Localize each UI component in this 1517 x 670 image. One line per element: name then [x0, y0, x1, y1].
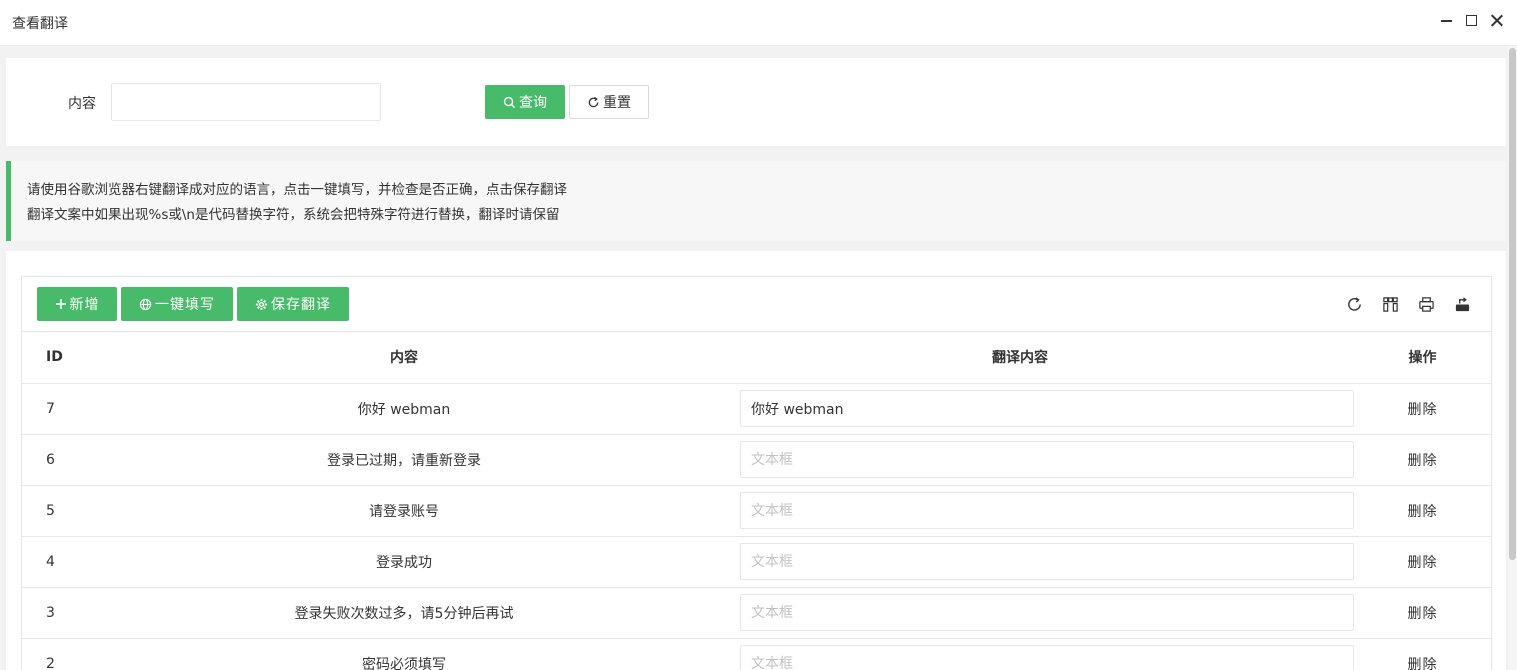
table-toolbar: 新增 一键填写 保存翻译 [22, 277, 1491, 332]
reset-button-label: 重置 [603, 95, 631, 111]
window-title: 查看翻译 [12, 16, 68, 32]
row-content: 请登录账号 [122, 485, 686, 537]
search-label: 内容 [68, 96, 96, 112]
search-input[interactable] [111, 83, 381, 121]
translation-input[interactable] [740, 492, 1354, 529]
header-action: 操作 [1354, 332, 1491, 384]
autofill-button-label: 一键填写 [155, 297, 215, 313]
main-panel: 新增 一键填写 保存翻译 ID 内容 翻译内容 操作 7 你好 webman 你… [6, 251, 1506, 670]
search-icon [503, 96, 516, 108]
reset-button[interactable]: 重置 [569, 85, 649, 119]
minimize-icon[interactable] [1440, 14, 1453, 27]
header-translation: 翻译内容 [686, 332, 1354, 384]
add-button[interactable]: 新增 [37, 287, 117, 321]
data-table: 新增 一键填写 保存翻译 ID 内容 翻译内容 操作 7 你好 webman 你… [21, 276, 1492, 670]
scrollbar-thumb[interactable] [1509, 48, 1516, 560]
row-content: 登录失败次数过多，请5分钟后再试 [122, 587, 686, 639]
row-id: 6 [22, 434, 122, 486]
tip-line-1: 请使用谷歌浏览器右键翻译成对应的语言，点击一键填写，并检查是否正确，点击保存翻译 [27, 182, 567, 198]
close-icon[interactable] [1490, 14, 1503, 27]
save-translation-button-label: 保存翻译 [271, 297, 331, 313]
window-controls [1440, 14, 1503, 27]
plus-icon [55, 299, 66, 309]
maximize-icon[interactable] [1465, 14, 1478, 27]
delete-button[interactable]: 删除 [1408, 402, 1438, 418]
row-content: 登录成功 [122, 536, 686, 588]
tip-line-2: 翻译文案中如果出现%s或\n是代码替换字符，系统会把特殊字符进行替换，翻译时请保… [27, 207, 560, 223]
translation-input[interactable] [740, 645, 1354, 670]
row-id: 3 [22, 587, 122, 639]
reset-icon [588, 96, 599, 107]
translation-input[interactable] [740, 594, 1354, 631]
autofill-button[interactable]: 一键填写 [121, 287, 233, 321]
window-titlebar: 查看翻译 [0, 0, 1517, 46]
toolbar-icons [1345, 295, 1471, 313]
save-translation-button[interactable]: 保存翻译 [237, 287, 349, 321]
table-row: 4 登录成功 删除 [22, 536, 1491, 588]
table-row: 2 密码必须填写 删除 [22, 638, 1491, 670]
query-button-label: 查询 [519, 95, 547, 111]
translation-table: ID 内容 翻译内容 操作 7 你好 webman 删除 6 登录已过期，请重新… [22, 332, 1491, 670]
translation-input[interactable] [740, 543, 1354, 580]
table-row: 3 登录失败次数过多，请5分钟后再试 删除 [22, 587, 1491, 639]
row-id: 2 [22, 638, 122, 670]
table-header-row: ID 内容 翻译内容 操作 [22, 332, 1491, 384]
columns-icon[interactable] [1381, 295, 1399, 313]
delete-button[interactable]: 删除 [1408, 657, 1438, 670]
export-icon[interactable] [1453, 295, 1471, 313]
print-icon[interactable] [1417, 295, 1435, 313]
table-row: 7 你好 webman 删除 [22, 383, 1491, 435]
refresh-icon[interactable] [1345, 295, 1363, 313]
delete-button[interactable]: 删除 [1408, 504, 1438, 520]
row-id: 5 [22, 485, 122, 537]
table-row: 6 登录已过期，请重新登录 删除 [22, 434, 1491, 486]
row-id: 7 [22, 383, 122, 435]
tip-panel: 请使用谷歌浏览器右键翻译成对应的语言，点击一键填写，并检查是否正确，点击保存翻译… [6, 161, 1506, 241]
globe-icon [139, 298, 152, 310]
add-button-label: 新增 [69, 297, 100, 313]
delete-button[interactable]: 删除 [1408, 453, 1438, 469]
page-scrollbar[interactable] [1508, 46, 1517, 670]
row-id: 4 [22, 536, 122, 588]
search-panel: 内容 查询 重置 [6, 58, 1506, 146]
row-content: 你好 webman [122, 383, 686, 435]
gear-icon [255, 298, 268, 310]
translation-input[interactable] [740, 441, 1354, 478]
header-id: ID [22, 332, 122, 384]
row-content: 登录已过期，请重新登录 [122, 434, 686, 486]
translation-input[interactable] [740, 390, 1354, 427]
row-content: 密码必须填写 [122, 638, 686, 670]
query-button[interactable]: 查询 [485, 85, 565, 119]
delete-button[interactable]: 删除 [1408, 606, 1438, 622]
delete-button[interactable]: 删除 [1408, 555, 1438, 571]
header-content: 内容 [122, 332, 686, 384]
table-row: 5 请登录账号 删除 [22, 485, 1491, 537]
